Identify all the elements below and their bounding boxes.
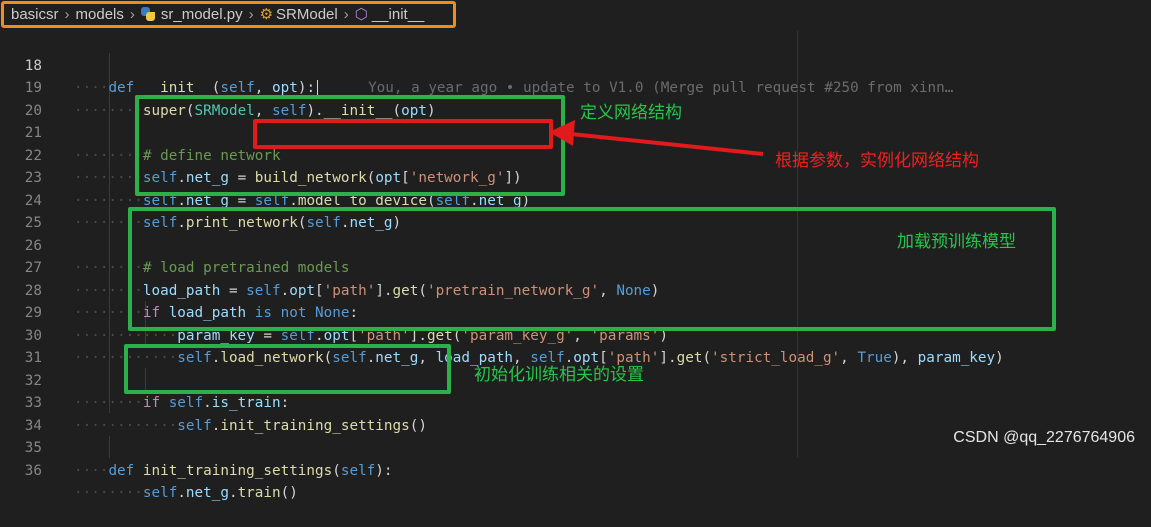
- breadcrumb-bar: basicsr › models › sr_model.py › ⚙ SRMod…: [0, 0, 1151, 31]
- arrow-head-icon: [549, 120, 575, 146]
- annotation-box-load-pretrained: [128, 207, 1056, 331]
- method-symbol-icon: ⬡: [354, 6, 368, 23]
- annotation-instantiate: 根据参数，实例化网络结构: [775, 151, 979, 171]
- breadcrumb-file[interactable]: sr_model.py: [161, 6, 243, 23]
- breadcrumb-method[interactable]: __init__: [372, 6, 425, 23]
- code-line[interactable]: 19 ········super(SRModel, self).__init__…: [0, 55, 1151, 119]
- annotation-box-init-settings: [124, 344, 451, 394]
- annotation-arrow: [549, 120, 764, 156]
- code-text: ········self.net_g.train(): [74, 485, 298, 501]
- watermark: CSDN @qq_2276764906: [953, 429, 1135, 446]
- annotation-define-network: 定义网络结构: [580, 103, 682, 123]
- python-file-icon: [140, 7, 155, 21]
- annotation-init-settings: 初始化训练相关的设置: [474, 365, 644, 385]
- code-line[interactable]: 18 ····def __init__(self, opt): You, a ye…: [0, 32, 1151, 97]
- chevron-right-icon: ›: [248, 5, 254, 23]
- chevron-right-icon: ›: [343, 5, 349, 23]
- annotation-box-build-network: [253, 119, 553, 149]
- code-line[interactable]: 34: [0, 392, 1151, 434]
- chevron-right-icon: ›: [64, 5, 70, 23]
- code-text: ····def init_training_settings(self):: [74, 462, 393, 479]
- arrow-shaft: [570, 132, 764, 156]
- class-symbol-icon: ⚙: [259, 6, 274, 23]
- breadcrumb-class[interactable]: SRModel: [276, 6, 338, 23]
- breadcrumb-folder-basicsr[interactable]: basicsr: [11, 6, 59, 23]
- chevron-right-icon: ›: [129, 5, 135, 23]
- breadcrumb: basicsr › models › sr_model.py › ⚙ SRMod…: [11, 5, 425, 24]
- line-number: 36: [24, 462, 42, 479]
- annotation-load-pretrained: 加载预训练模型: [897, 232, 1016, 252]
- breadcrumb-folder-models[interactable]: models: [76, 6, 124, 23]
